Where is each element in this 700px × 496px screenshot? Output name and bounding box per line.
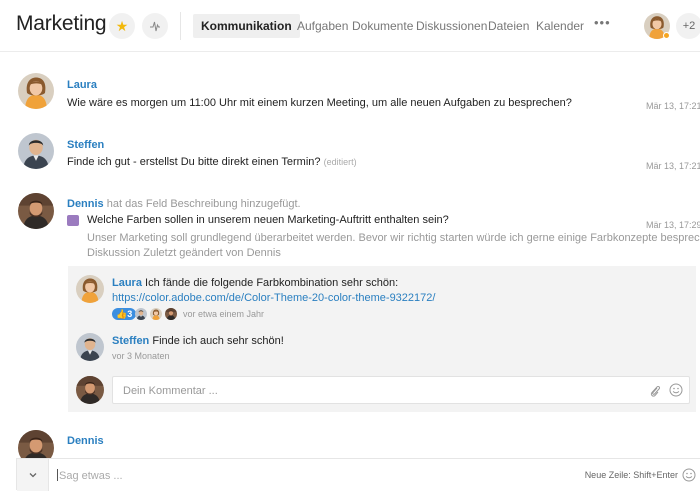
emoji-icon[interactable]	[669, 383, 683, 397]
message-author[interactable]: Steffen	[67, 139, 104, 151]
message-time: Mär 13, 17:29	[646, 220, 700, 230]
message-input[interactable]: Sag etwas ...	[57, 469, 123, 482]
text-caret	[57, 469, 58, 481]
avatar	[76, 376, 104, 404]
comment-author[interactable]: Laura	[112, 277, 142, 289]
emoji-icon[interactable]	[682, 468, 696, 482]
chevron-down-icon	[29, 473, 36, 478]
comment-input[interactable]: Dein Kommentar ...	[112, 376, 690, 404]
comment-link[interactable]: https://color.adobe.com/de/Color-Theme-2…	[112, 292, 435, 304]
reactor-avatar[interactable]	[150, 308, 162, 320]
expand-composer-button[interactable]	[17, 459, 49, 491]
channel-header: Marketing ★ Kommunikation Aufgaben Dokum…	[0, 0, 700, 52]
comment-time: vor 3 Monaten	[112, 351, 170, 361]
message-author[interactable]: Dennis	[67, 198, 104, 210]
tab-kommunikation[interactable]: Kommunikation	[193, 14, 300, 38]
message-text: Wie wäre es morgen um 11:00 Uhr mit eine…	[67, 97, 572, 109]
activity-text: hat das Feld Beschreibung hinzugefügt.	[106, 198, 301, 210]
star-icon: ★	[115, 17, 129, 34]
like-badge[interactable]: 👍3	[112, 308, 137, 320]
message-author[interactable]: Dennis	[67, 435, 104, 447]
tab-dokumente[interactable]: Dokumente	[352, 14, 413, 38]
task-meta: Diskussion Zuletzt geändert von Dennis	[87, 247, 281, 259]
message-time: Mär 13, 17:21	[646, 161, 700, 171]
header-divider	[180, 12, 181, 40]
avatar[interactable]	[18, 193, 54, 229]
more-members-button[interactable]: +2	[676, 13, 700, 39]
avatar[interactable]	[18, 73, 54, 109]
message-author[interactable]: Laura	[67, 79, 97, 91]
newline-hint: Neue Zeile: Shift+Enter	[584, 470, 678, 480]
discussion-icon	[67, 215, 79, 226]
avatar[interactable]	[76, 333, 104, 361]
task-description: Unser Marketing soll grundlegend überarb…	[87, 232, 700, 244]
avatar[interactable]	[18, 133, 54, 169]
message-time: Mär 13, 17:21	[646, 101, 700, 111]
like-count: 3	[127, 309, 133, 319]
favorite-button[interactable]: ★	[109, 13, 135, 39]
paperclip-icon[interactable]	[649, 384, 661, 398]
tab-aufgaben[interactable]: Aufgaben	[297, 14, 348, 38]
comment-line: Laura Ich fände die folgende Farbkombina…	[112, 277, 398, 289]
activity-line: Dennis hat das Feld Beschreibung hinzuge…	[67, 198, 301, 210]
tab-dateien[interactable]: Dateien	[488, 14, 529, 38]
activity-icon	[150, 21, 160, 32]
comment-text: Finde ich auch sehr schön!	[152, 335, 284, 347]
comment-time: vor etwa einem Jahr	[183, 309, 265, 319]
edited-label: (editiert)	[323, 157, 357, 167]
message-placeholder: Sag etwas ...	[59, 470, 123, 482]
comment-text: Ich fände die folgende Farbkombination s…	[145, 277, 399, 289]
thumbs-up-icon: 👍	[116, 309, 128, 319]
tab-diskussionen[interactable]: Diskussionen	[416, 14, 487, 38]
page-title: Marketing	[16, 12, 107, 35]
message-text-content: Finde ich gut - erstellst Du bitte direk…	[67, 156, 321, 168]
activity-button[interactable]	[142, 13, 168, 39]
tab-kalender[interactable]: Kalender	[536, 14, 584, 38]
status-indicator	[663, 32, 670, 39]
comment-author[interactable]: Steffen	[112, 335, 149, 347]
comment-placeholder: Dein Kommentar ...	[123, 385, 218, 397]
more-tabs-button[interactable]: •••	[594, 15, 611, 30]
comment-line: Steffen Finde ich auch sehr schön!	[112, 335, 284, 347]
reactor-avatar[interactable]	[135, 308, 147, 320]
avatar[interactable]	[76, 275, 104, 303]
message-composer: Sag etwas ... Neue Zeile: Shift+Enter	[16, 458, 700, 491]
task-title[interactable]: Welche Farben sollen in unserem neuen Ma…	[87, 214, 449, 226]
reactor-avatar[interactable]	[165, 308, 177, 320]
message-text: Finde ich gut - erstellst Du bitte direk…	[67, 156, 357, 168]
